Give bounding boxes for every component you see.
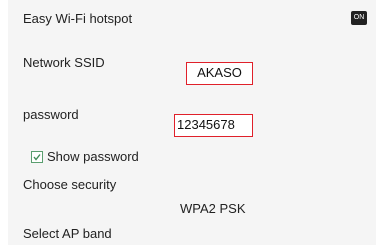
ap-band-label[interactable]: Select AP band — [23, 226, 112, 242]
hotspot-toggle[interactable]: ON — [351, 11, 367, 25]
ssid-label: Network SSID — [23, 55, 105, 70]
show-password-checkbox[interactable] — [31, 151, 43, 163]
password-label: password — [23, 107, 79, 122]
ssid-field[interactable]: AKASO — [186, 62, 253, 85]
checkmark-icon — [33, 154, 41, 161]
security-label: Choose security — [23, 177, 117, 192]
show-password-label: Show password — [47, 149, 139, 164]
security-value[interactable]: WPA2 PSK — [180, 201, 246, 217]
hotspot-label: Easy Wi-Fi hotspot — [23, 11, 133, 26]
password-field[interactable]: 12345678 — [174, 114, 253, 137]
wifi-settings-panel: Easy Wi-Fi hotspot ON Network SSID AKASO… — [8, 0, 376, 245]
